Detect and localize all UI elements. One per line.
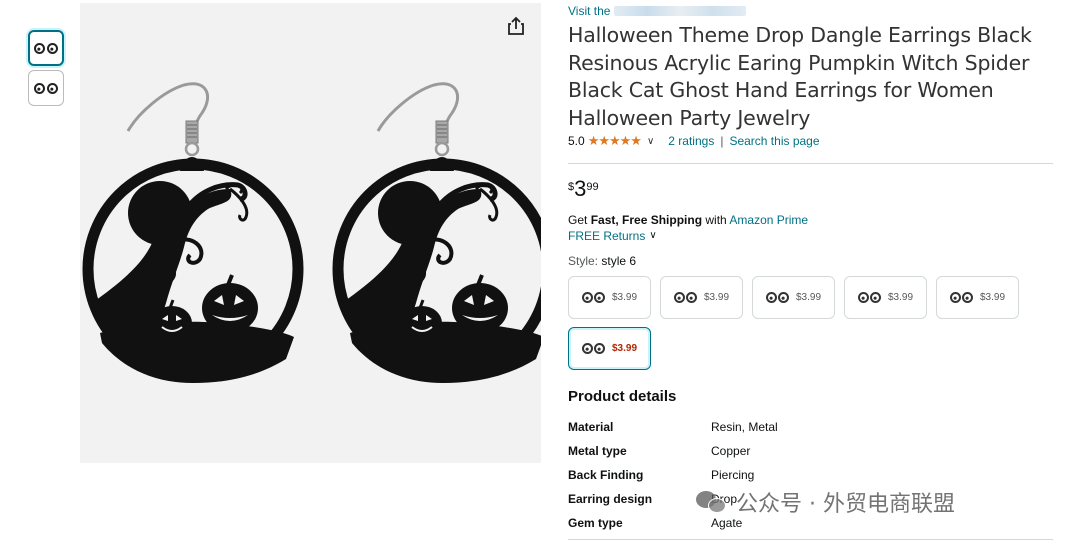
earrings-swatch-icon	[581, 292, 605, 303]
earrings-thumbnail-icon	[34, 42, 58, 54]
style-swatch-5[interactable]: $3.99	[936, 276, 1019, 319]
free-returns-link[interactable]: FREE Returns ∨	[568, 228, 1053, 244]
price: $ 3 99	[568, 178, 1053, 204]
detail-key: Gem type	[568, 516, 623, 530]
chevron-down-icon[interactable]: ∨	[647, 136, 654, 147]
halloween-earrings-image	[82, 3, 541, 463]
detail-value: Copper	[711, 444, 751, 458]
shipping-info: Get Fast, Free Shipping with Amazon Prim…	[568, 212, 1053, 228]
style-swatch-2[interactable]: $3.99	[660, 276, 743, 319]
detail-value: Resin, Metal	[711, 420, 778, 434]
chevron-down-icon[interactable]: ∨	[649, 228, 656, 244]
star-rating-icon[interactable]: ★★★★★	[588, 133, 642, 149]
style-label: Style: style 6	[568, 254, 1053, 268]
share-icon[interactable]	[505, 15, 527, 37]
shipping-bold: Fast, Free Shipping	[590, 213, 703, 227]
table-row: Metal type Copper	[568, 439, 778, 463]
ratings-count-link[interactable]: 2 ratings	[668, 134, 714, 148]
earrings-swatch-icon	[949, 292, 973, 303]
main-product-image[interactable]	[80, 3, 541, 463]
detail-key: Material	[568, 420, 614, 434]
search-this-page-link[interactable]: Search this page	[729, 134, 819, 148]
thumbnail-2[interactable]	[28, 70, 64, 106]
swatch-price: $3.99	[611, 292, 638, 303]
style-swatch-3[interactable]: $3.99	[752, 276, 835, 319]
store-name-blurred[interactable]	[614, 6, 747, 16]
product-info-panel: Visit the Halloween Theme Drop Dangle Ea…	[568, 3, 1053, 535]
earrings-swatch-icon	[857, 292, 881, 303]
style-label-prefix: Style:	[568, 254, 599, 268]
earrings-thumbnail-icon	[34, 82, 58, 94]
table-row: Material Resin, Metal	[568, 415, 778, 439]
style-swatch-1[interactable]: $3.99	[568, 276, 651, 319]
detail-key: Earring design	[568, 492, 653, 506]
earrings-swatch-icon	[673, 292, 697, 303]
swatch-price: $3.99	[887, 292, 914, 303]
detail-value: Piercing	[711, 468, 755, 482]
shipping-prefix: Get	[568, 213, 591, 227]
detail-key: Back Finding	[568, 468, 644, 482]
product-title: Halloween Theme Drop Dangle Earrings Bla…	[568, 23, 1032, 130]
watermark-text: 公众号 · 外贸电商联盟	[736, 492, 955, 517]
detail-key: Metal type	[568, 444, 627, 458]
amazon-prime-link[interactable]: Amazon Prime	[729, 213, 808, 227]
shipping-middle: with	[702, 213, 730, 227]
earrings-swatch-icon	[765, 292, 789, 303]
divider	[568, 539, 1053, 540]
rating-row: 5.0 ★★★★★ ∨ 2 ratings | Search this page	[568, 133, 1053, 164]
price-fraction: 99	[586, 181, 599, 193]
rating-value: 5.0	[568, 134, 585, 148]
earrings-swatch-icon	[581, 343, 605, 354]
style-swatch-4[interactable]: $3.99	[844, 276, 927, 319]
swatch-price: $3.99	[611, 343, 638, 354]
style-selected-value: style 6	[601, 254, 637, 268]
visit-store-link[interactable]: Visit the	[568, 3, 1053, 19]
table-row: Back Finding Piercing	[568, 463, 778, 487]
wechat-icon	[696, 489, 728, 515]
swatch-price: $3.99	[795, 292, 822, 303]
swatch-price: $3.99	[703, 292, 730, 303]
price-whole: 3	[574, 176, 587, 201]
watermark: 公众号 · 外贸电商联盟	[696, 486, 955, 518]
style-swatch-6-selected[interactable]: $3.99	[568, 327, 651, 370]
thumbnail-1[interactable]	[28, 30, 64, 66]
visit-store-prefix[interactable]: Visit the	[568, 4, 610, 18]
swatch-price: $3.99	[979, 292, 1006, 303]
thumbnail-strip	[28, 30, 66, 110]
rating-separator: |	[720, 134, 724, 148]
free-returns-label[interactable]: FREE Returns	[568, 228, 645, 244]
product-details-heading: Product details	[568, 388, 677, 405]
style-swatches: $3.99 $3.99 $3.99 $3.99 $3.99 $3.99	[568, 276, 1028, 370]
